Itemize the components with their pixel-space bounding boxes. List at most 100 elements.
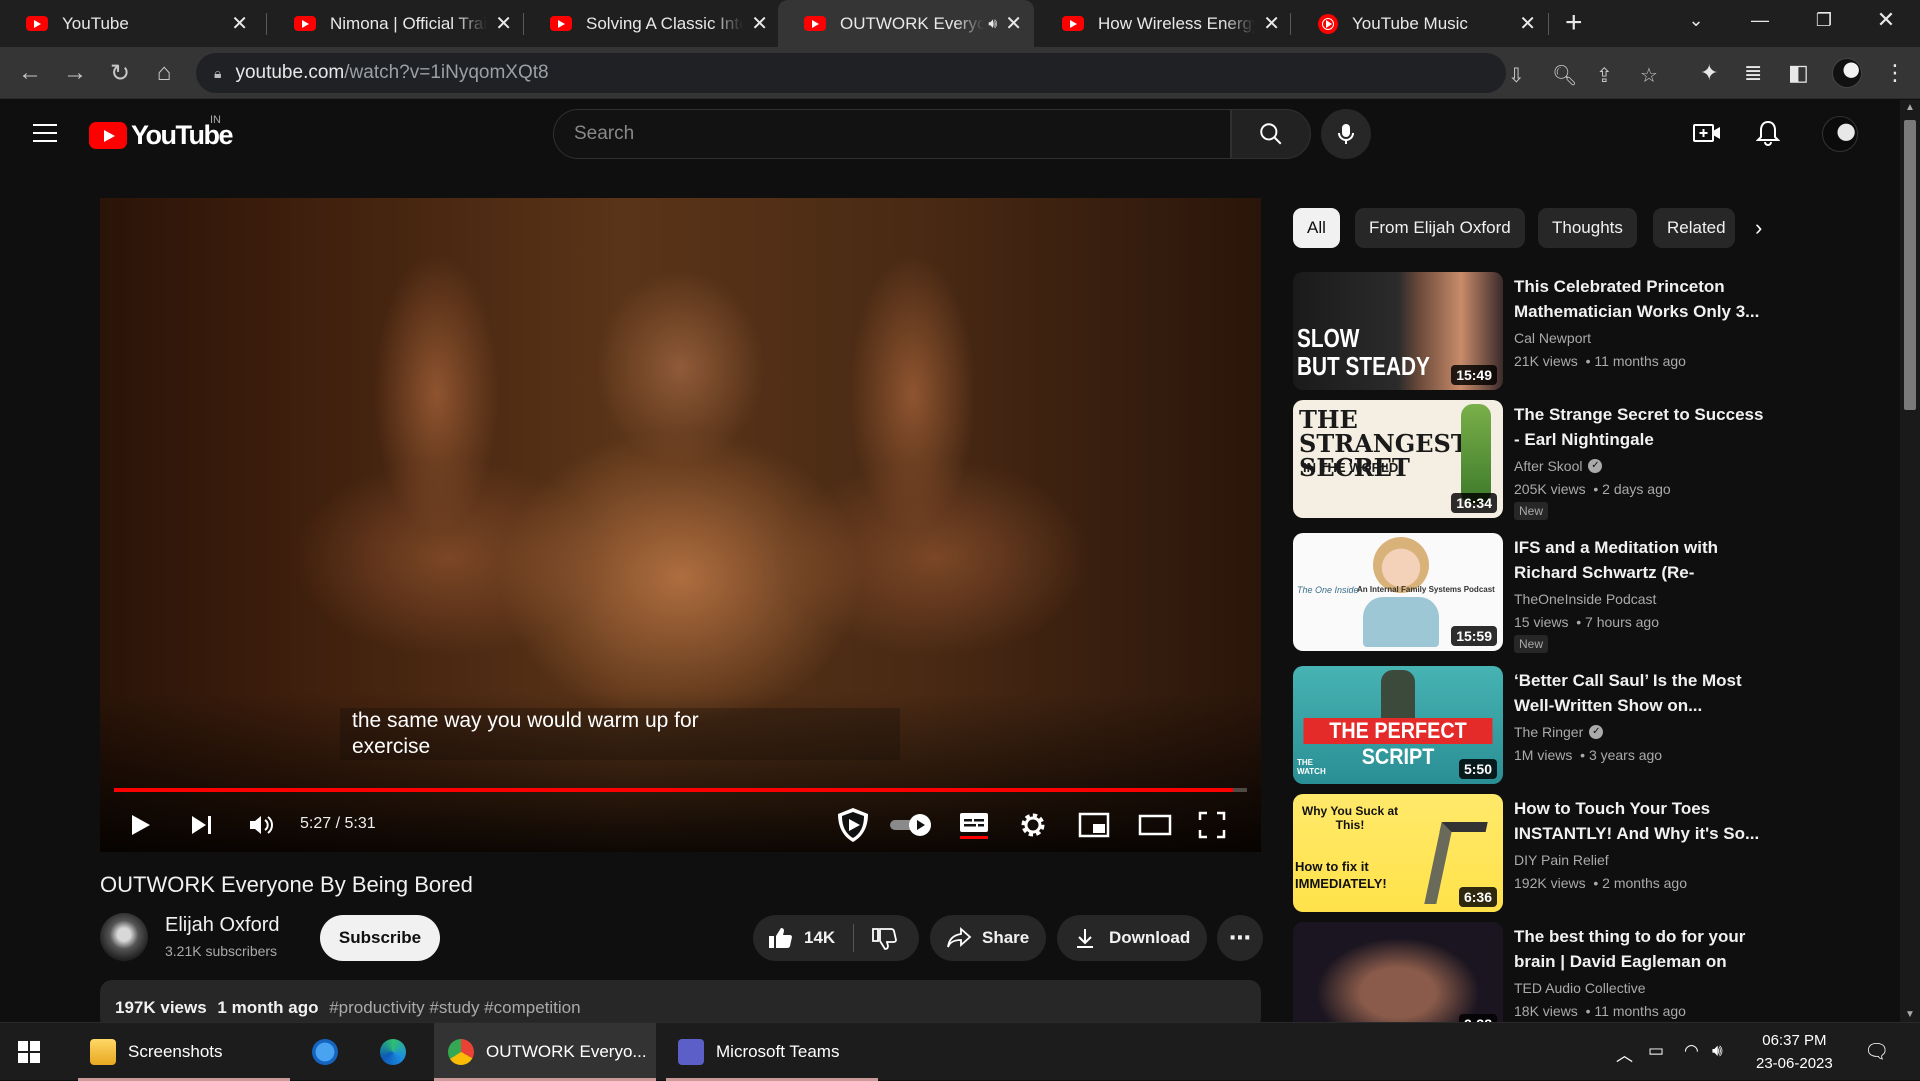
bookmark-star-icon[interactable]: ☆ xyxy=(1640,63,1658,88)
autoplay-toggle[interactable] xyxy=(888,808,934,842)
channel-avatar[interactable] xyxy=(100,913,148,961)
recommendation-title[interactable]: How to Touch Your Toes INSTANTLY! And Wh… xyxy=(1514,796,1764,846)
wifi-icon[interactable]: ◠ xyxy=(1684,1041,1699,1061)
video-thumbnail[interactable]: Why You Suck at This! How to fix it IMME… xyxy=(1293,794,1503,912)
menu-hamburger-icon[interactable] xyxy=(33,124,57,148)
browser-tab-nimona[interactable]: Nimona | Official Trailer ✕ xyxy=(268,0,524,47)
recommended-video[interactable]: SLOW BUT STEADY 15:49 This Celebrated Pri… xyxy=(1293,272,1773,392)
notifications-bell-icon[interactable] xyxy=(1755,119,1781,152)
taskbar-chrome[interactable]: OUTWORK Everyo... xyxy=(434,1023,656,1081)
subtitles-button[interactable] xyxy=(958,808,990,842)
miniplayer-button[interactable] xyxy=(1078,808,1110,842)
recommendation-title[interactable]: The Strange Secret to Success - Earl Nig… xyxy=(1514,402,1764,452)
dislike-button[interactable] xyxy=(871,927,897,956)
video-thumbnail[interactable]: THE PERFECT SCRIPT THE WATCH 5:50 xyxy=(1293,666,1503,784)
video-thumbnail[interactable]: The One Inside An Internal Family System… xyxy=(1293,533,1503,651)
recommendation-channel[interactable]: Cal Newport xyxy=(1514,330,1591,346)
home-icon[interactable]: ⌂ xyxy=(148,57,180,89)
reload-icon[interactable]: ↻ xyxy=(104,57,136,89)
new-tab-plus-icon[interactable]: + xyxy=(1565,6,1583,40)
address-bar[interactable]: 🔒︎ youtube.com/watch?v=1iNyqomXQt8 ⇩ 🔍︎ … xyxy=(196,53,1658,93)
chip-thoughts[interactable]: Thoughts xyxy=(1538,208,1637,248)
video-thumbnail[interactable]: 2:38 xyxy=(1293,922,1503,1022)
youtube-logo[interactable]: YouTube IN xyxy=(89,114,233,151)
speaker-volume-icon[interactable]: 🔊︎ xyxy=(1712,1041,1723,1061)
zoom-icon[interactable]: 🔍︎ xyxy=(1552,63,1577,88)
browser-tab-youtube[interactable]: YouTube ✕ xyxy=(0,0,260,47)
chip-all[interactable]: All xyxy=(1293,208,1340,248)
speaker-icon[interactable]: 🔊︎ xyxy=(988,15,997,32)
download-button[interactable]: Download xyxy=(1057,915,1207,961)
progress-bar[interactable] xyxy=(114,788,1247,792)
recommendation-title[interactable]: ‘Better Call Saul’ Is the Most Well-Writ… xyxy=(1514,668,1764,718)
extensions-puzzle-icon[interactable]: ✦ xyxy=(1700,60,1718,86)
page-scrollbar[interactable]: ▲ ▼ xyxy=(1900,100,1920,1022)
hashtags[interactable]: #productivity #study #competition xyxy=(329,998,580,1017)
recommended-video[interactable]: 2:38 The best thing to do for your brain… xyxy=(1293,922,1773,1022)
settings-button[interactable] xyxy=(1018,808,1048,842)
play-button[interactable] xyxy=(130,808,152,842)
install-app-icon[interactable]: ⇩ xyxy=(1508,63,1525,88)
recommendation-title[interactable]: The best thing to do for your brain | Da… xyxy=(1514,924,1764,976)
search-input[interactable]: Search xyxy=(553,109,1231,159)
minimize-window-icon[interactable]: — xyxy=(1740,0,1780,40)
notification-center-icon[interactable]: 🗨︎ xyxy=(1864,1039,1889,1064)
start-button[interactable] xyxy=(18,1023,48,1081)
chip-from-channel[interactable]: From Elijah Oxford xyxy=(1355,208,1525,248)
recommendation-channel[interactable]: TED Audio Collective xyxy=(1514,980,1646,996)
taskbar-outlook[interactable] xyxy=(312,1023,348,1081)
like-button[interactable] xyxy=(767,926,793,955)
account-avatar[interactable] xyxy=(1822,116,1858,152)
search-button[interactable] xyxy=(1231,109,1311,159)
browser-tab-youtube-music[interactable]: YouTube Music ✕ xyxy=(1292,0,1548,47)
channel-name[interactable]: Elijah Oxford xyxy=(165,914,280,937)
theater-mode-button[interactable] xyxy=(1138,808,1172,842)
recommendation-channel[interactable]: The Ringer ✓ xyxy=(1514,724,1604,740)
recommended-video[interactable]: Why You Suck at This! How to fix it IMME… xyxy=(1293,794,1773,914)
recommended-video[interactable]: THE STRANGEST SECRET IN THE WORLD 16:34 … xyxy=(1293,400,1773,520)
tab-search-chevron-icon[interactable]: ⌄ xyxy=(1676,0,1716,40)
side-panel-icon[interactable]: ◧ xyxy=(1788,60,1809,86)
chip-related[interactable]: Related xyxy=(1653,208,1735,248)
recommendation-title[interactable]: IFS and a Meditation with Richard Schwar… xyxy=(1514,535,1764,587)
voice-search-button[interactable] xyxy=(1321,109,1371,159)
subscribe-button[interactable]: Subscribe xyxy=(320,915,440,961)
browser-tab-wireless[interactable]: How Wireless Energy F ✕ xyxy=(1036,0,1292,47)
recommended-video[interactable]: The One Inside An Internal Family System… xyxy=(1293,533,1773,653)
tray-chevron-up-icon[interactable]: ︿ xyxy=(1616,1041,1633,1066)
restore-window-icon[interactable]: ❐ xyxy=(1804,0,1844,40)
close-tab-icon[interactable]: ✕ xyxy=(1263,11,1280,36)
taskbar-edge[interactable] xyxy=(380,1023,416,1081)
browser-menu-icon[interactable]: ⋮ xyxy=(1884,60,1906,86)
recommendation-channel[interactable]: After Skool ✓ xyxy=(1514,458,1603,474)
recommendation-channel[interactable]: DIY Pain Relief xyxy=(1514,852,1609,868)
share-button[interactable]: Share xyxy=(930,915,1046,961)
close-tab-icon[interactable]: ✕ xyxy=(1519,11,1536,36)
recommendation-title[interactable]: This Celebrated Princeton Mathematician … xyxy=(1514,274,1764,324)
scroll-up-arrow-icon[interactable]: ▲ xyxy=(1905,102,1915,113)
mute-button[interactable] xyxy=(248,808,276,842)
chevron-right-icon[interactable]: › xyxy=(1755,215,1762,241)
close-tab-icon[interactable]: ✕ xyxy=(495,11,512,36)
video-player[interactable]: the same way you would warm up for exerc… xyxy=(100,198,1261,852)
lock-icon[interactable]: 🔒︎ xyxy=(214,65,221,82)
video-thumbnail[interactable]: THE STRANGEST SECRET IN THE WORLD 16:34 xyxy=(1293,400,1503,518)
system-clock[interactable]: 06:37 PM 23-06-2023 xyxy=(1756,1029,1833,1075)
browser-profile-avatar[interactable] xyxy=(1832,58,1862,88)
back-arrow-icon[interactable]: ← xyxy=(14,57,46,89)
browser-tab-solving[interactable]: Solving A Classic Interview ✕ xyxy=(524,0,780,47)
battery-icon[interactable]: ▭ xyxy=(1648,1041,1664,1061)
close-tab-icon[interactable]: ✕ xyxy=(751,11,768,36)
browser-tab-outwork[interactable]: OUTWORK Everyone 🔊︎ ✕ xyxy=(778,0,1034,47)
forward-arrow-icon[interactable]: → xyxy=(59,57,91,89)
sponsorblock-button[interactable] xyxy=(834,808,872,842)
close-tab-icon[interactable]: ✕ xyxy=(1005,11,1022,36)
scroll-down-arrow-icon[interactable]: ▼ xyxy=(1905,1009,1915,1020)
scrollbar-thumb[interactable] xyxy=(1904,120,1916,410)
video-thumbnail[interactable]: SLOW BUT STEADY 15:49 xyxy=(1293,272,1503,390)
taskbar-teams[interactable]: Microsoft Teams xyxy=(666,1023,878,1081)
next-video-button[interactable] xyxy=(190,808,214,842)
close-tab-icon[interactable]: ✕ xyxy=(231,11,248,36)
recommendation-channel[interactable]: TheOneInside Podcast xyxy=(1514,591,1656,607)
share-page-icon[interactable]: ⇪ xyxy=(1596,63,1613,88)
